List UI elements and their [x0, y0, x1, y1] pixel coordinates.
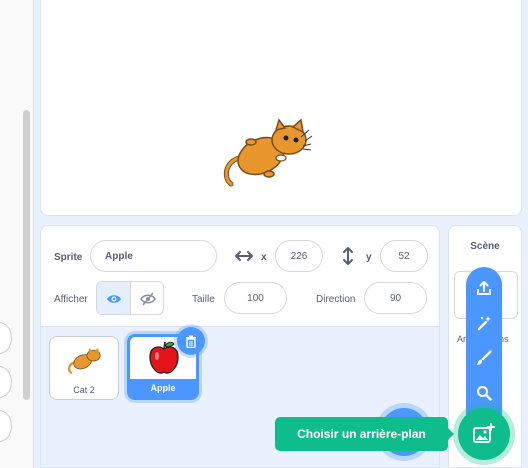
y-input[interactable]: 52 [380, 240, 428, 272]
stage-canvas[interactable] [40, 0, 522, 216]
surprise-icon [477, 316, 491, 331]
eye-slash-icon [140, 292, 156, 306]
sprite-tile-cat[interactable]: Cat 2 [49, 336, 119, 400]
surprise-backdrop-button[interactable] [466, 305, 502, 341]
upload-icon [477, 281, 491, 295]
sprite-name-input[interactable]: Apple [90, 240, 217, 272]
size-label: Taille [192, 294, 215, 305]
direction-label: Direction [316, 294, 356, 305]
sprite-info-panel: Sprite Apple x 226 y 52 Afficher Taille … [41, 226, 439, 327]
search-backdrop-button[interactable] [466, 375, 502, 411]
apple-thumbnail [149, 341, 179, 374]
sprite-name-label: Sprite [54, 252, 83, 263]
upload-backdrop-button[interactable] [466, 270, 502, 306]
choose-backdrop-tooltip: Choisir un arrière-plan [275, 417, 454, 451]
zoom-out-button[interactable] [0, 366, 12, 398]
sprite-tile-label: Cat 2 [73, 385, 95, 395]
x-input[interactable]: 226 [275, 240, 323, 272]
sprite-tile-label: Apple [130, 379, 196, 397]
backdrop-image-icon [473, 423, 495, 443]
cat-sprite-on-stage[interactable] [221, 118, 313, 190]
y-label: y [366, 252, 372, 263]
show-button[interactable] [97, 282, 131, 314]
paint-backdrop-button[interactable] [466, 340, 502, 376]
code-area-scrollbar[interactable] [23, 110, 30, 400]
size-input[interactable]: 100 [224, 282, 287, 314]
direction-input[interactable]: 90 [364, 282, 427, 314]
code-area-edge [0, 0, 34, 468]
paint-icon [477, 350, 492, 365]
zoom-in-button[interactable] [0, 322, 12, 354]
eye-icon [106, 295, 121, 303]
search-icon [477, 386, 492, 401]
vertical-arrows-icon [343, 247, 353, 265]
zoom-reset-button[interactable] [0, 410, 12, 442]
cat-thumbnail [68, 347, 101, 374]
delete-sprite-button[interactable] [177, 327, 205, 355]
backdrop-menu [466, 267, 502, 427]
choose-backdrop-button[interactable] [458, 408, 510, 460]
hide-button[interactable] [131, 282, 163, 314]
visibility-toggle [96, 281, 164, 315]
stage-title: Scène [470, 241, 500, 252]
trash-icon [186, 335, 196, 348]
show-label: Afficher [54, 294, 88, 305]
horizontal-arrows-icon [235, 251, 253, 261]
x-label: x [261, 252, 267, 263]
